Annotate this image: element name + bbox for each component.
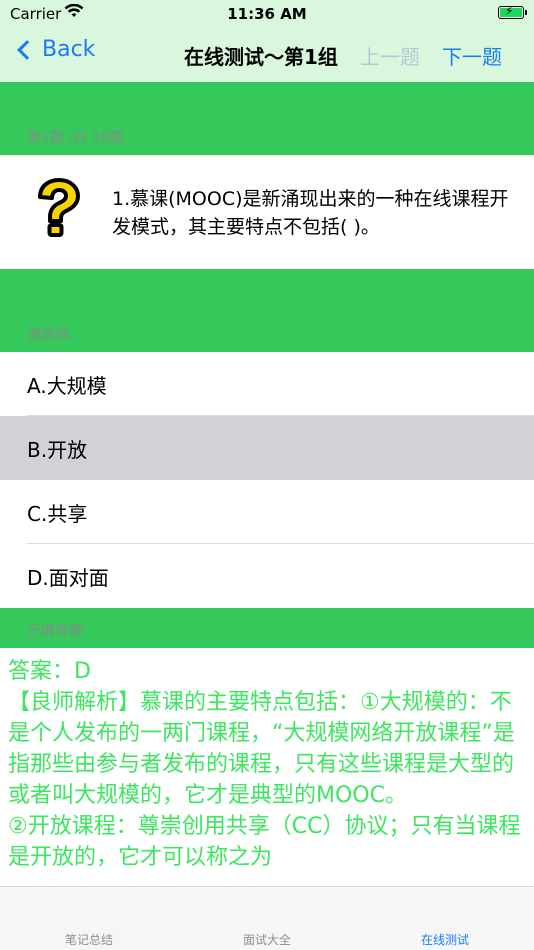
page-title: 在线测试～第1组: [184, 45, 338, 69]
back-button[interactable]: Back: [14, 37, 95, 62]
tab-online-test[interactable]: 在线测试: [356, 931, 534, 948]
answer-explanation[interactable]: 答案：D 【良师解析】慕课的主要特点包括：①大规模的：不是个人发布的一两门课程，…: [0, 648, 534, 886]
question-mark-icon: [30, 177, 86, 241]
option-a[interactable]: A.大规模: [0, 352, 534, 416]
choice-prompt: 请选择:: [27, 327, 74, 343]
option-label: B.开放: [27, 438, 88, 462]
answer-analysis-continued: ②开放课程：尊崇创用共享（CC）协议；只有当课程是开放的，它才可以称之为: [8, 814, 521, 870]
choice-prompt-band: 请选择:: [0, 269, 534, 352]
answer-heading: 正确答案:: [27, 623, 88, 639]
answer-analysis: 【良师解析】慕课的主要特点包括：①大规模的：不是个人发布的一两门课程，“大规模网…: [8, 690, 515, 808]
battery-charging-icon: ⚡: [498, 4, 527, 19]
tab-bar: 笔记总结 面试大全 在线测试: [0, 886, 534, 950]
progress-header: 第1题 /共 10题: [0, 82, 534, 155]
option-label: C.共享: [27, 502, 88, 526]
question-card: 1.慕课(MOOC)是新涌现出来的一种在线课程开发模式，其主要特点不包括( )。: [0, 155, 534, 269]
tab-notes-summary[interactable]: 笔记总结: [0, 931, 178, 948]
option-d[interactable]: D.面对面: [0, 544, 534, 608]
previous-question-button[interactable]: 上一题: [360, 41, 420, 70]
answer-header-band: 正确答案:: [0, 608, 534, 648]
answer-result: 答案：D: [8, 659, 91, 684]
navigation-bar: Back 在线测试～第1组 上一题 下一题: [0, 28, 534, 82]
status-bar: Carrier 11:36 AM ⚡: [0, 0, 534, 28]
option-label: A.大规模: [27, 374, 107, 398]
status-time: 11:36 AM: [227, 5, 307, 23]
chevron-left-icon: [17, 39, 37, 60]
question-text: 1.慕课(MOOC)是新涌现出来的一种在线课程开发模式，其主要特点不包括( )。: [112, 188, 509, 238]
question-progress: 第1题 /共 10题: [27, 130, 124, 146]
next-question-button[interactable]: 下一题: [442, 41, 502, 70]
option-c[interactable]: C.共享: [0, 480, 534, 544]
option-b[interactable]: B.开放: [0, 416, 534, 480]
tab-interview-collection[interactable]: 面试大全: [178, 931, 356, 948]
back-label: Back: [42, 37, 96, 62]
option-label: D.面对面: [27, 566, 109, 590]
